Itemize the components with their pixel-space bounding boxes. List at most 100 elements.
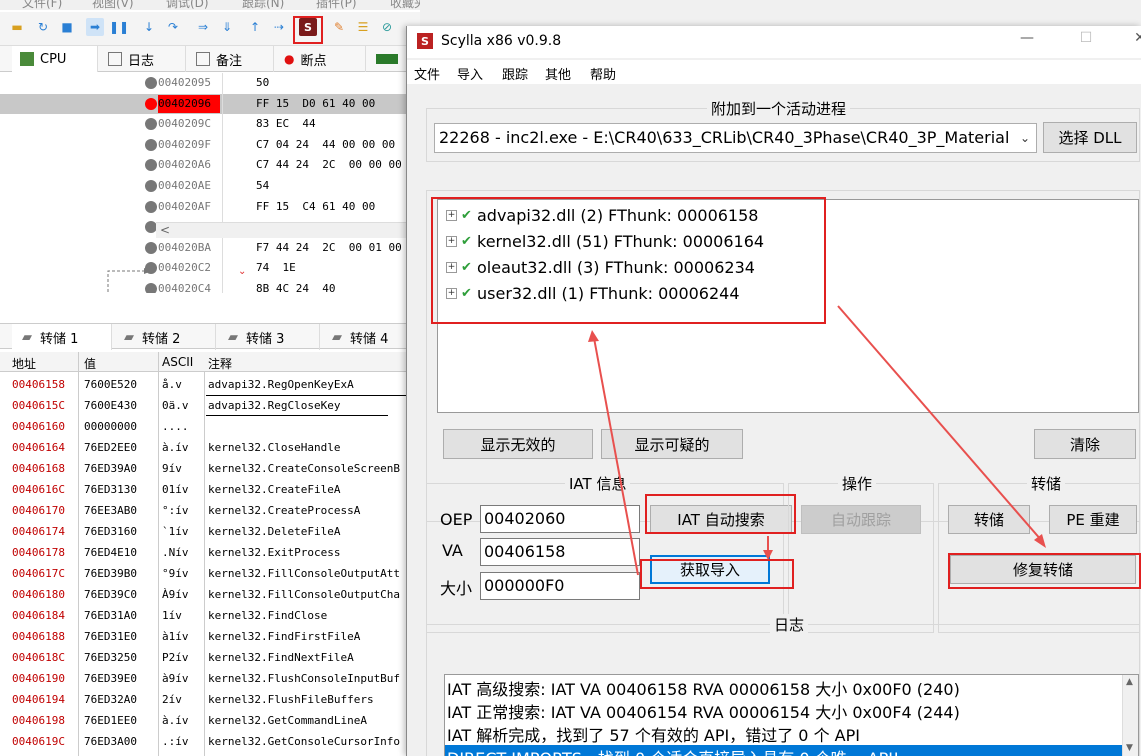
breakpoint-dot-icon[interactable] xyxy=(145,241,157,254)
iat-autosearch-button[interactable]: IAT 自动搜索 xyxy=(650,505,792,534)
cpu-row[interactable]: 004020C2 74 1E xyxy=(0,258,420,279)
table-row[interactable]: 00406188 76ED31E0 à1ív kernel32.FindFirstFi… xyxy=(0,626,420,647)
scylla-icon[interactable]: S xyxy=(299,18,317,36)
table-row[interactable]: 0040617C 76ED39B0 °9ív kernel32.FillConsole… xyxy=(0,563,420,584)
close-icon[interactable]: ✕ xyxy=(1125,30,1141,52)
menu-trace[interactable]: 跟踪(N) xyxy=(242,0,284,10)
show-invalid-button[interactable]: 显示无效的 xyxy=(443,429,593,459)
log-line[interactable]: IAT 解析完成，找到了 57 个有效的 API，错过了 0 个 API xyxy=(445,722,1123,745)
log-line[interactable]: IAT 正常搜索: IAT VA 00406154 RVA 00006154 大… xyxy=(445,699,1123,722)
table-row[interactable]: 00406164 76ED2EE0 à.ív kernel32.CloseHandle xyxy=(0,437,420,458)
restart-icon[interactable]: ↻ xyxy=(34,18,52,36)
show-suspect-button[interactable]: 显示可疑的 xyxy=(601,429,743,459)
dump-button[interactable]: 转储 xyxy=(948,505,1030,534)
breakpoint-dot-icon[interactable] xyxy=(145,200,157,213)
cpu-row[interactable]: 0040209F C7 04 24 44 00 00 00 xyxy=(0,135,420,156)
cpu-row[interactable]: 004020BA F7 44 24 2C 00 01 00 00 xyxy=(0,238,420,259)
oep-field[interactable]: 00402060 xyxy=(480,505,640,533)
breakpoint-dot-icon[interactable] xyxy=(145,180,157,192)
menu-view[interactable]: 视图(V) xyxy=(92,0,134,10)
expand-icon[interactable]: + xyxy=(446,261,457,273)
table-row[interactable]: 00406178 76ED4E10 .Nív kernel32.ExitProcess xyxy=(0,542,420,563)
cpu-row[interactable]: 00402095 50 xyxy=(0,73,420,94)
maximize-icon[interactable]: ☐ xyxy=(1071,30,1101,52)
run-icon[interactable]: ➡ xyxy=(86,18,104,36)
tab-breakpoints[interactable]: ● 断点 xyxy=(276,46,366,72)
table-row[interactable]: 0040616C 76ED3130 01ív kernel32.CreateFileA xyxy=(0,479,420,500)
table-row[interactable]: 00406170 76EE3AB0 °:ív kernel32.CreateProce… xyxy=(0,500,420,521)
cpu-horizontal-scrollbar[interactable]: < xyxy=(156,222,420,238)
menu-imports[interactable]: 导入 xyxy=(457,64,483,83)
table-row[interactable]: 00406198 76ED1EE0 à.ív kernel32.GetCommandL… xyxy=(0,710,420,731)
cpu-row[interactable]: 004020AE 54 xyxy=(0,176,420,197)
auto-trace-button[interactable]: 自动跟踪 xyxy=(801,505,921,534)
menu-debug[interactable]: 调试(D) xyxy=(166,0,209,10)
clear-button[interactable]: 清除 xyxy=(1034,429,1136,459)
import-module-item[interactable]: + ✔ oleaut32.dll (3) FThunk: 00006234 xyxy=(446,256,755,278)
dump-header-ascii[interactable]: ASCII xyxy=(162,355,193,369)
patch-icon[interactable]: ✎ xyxy=(330,18,348,36)
import-module-item[interactable]: + ✔ kernel32.dll (51) FThunk: 00006164 xyxy=(446,230,764,252)
expand-icon[interactable]: + xyxy=(446,287,457,299)
table-row[interactable]: 0040618C 76ED3250 P2ív kernel32.FindNextFil… xyxy=(0,647,420,668)
import-module-item[interactable]: + ✔ advapi32.dll (2) FThunk: 00006158 xyxy=(446,204,758,226)
breakpoint-dot-icon[interactable] xyxy=(145,118,157,131)
open-icon[interactable]: ▬ xyxy=(8,18,26,36)
imports-tree[interactable]: + ✔ advapi32.dll (2) FThunk: 00006158 + ✔ ker… xyxy=(437,199,1139,413)
menu-favourites[interactable]: 收藏夹(I) xyxy=(390,0,420,10)
memory-map-icon[interactable]: ⊘ xyxy=(378,18,396,36)
import-module-item[interactable]: + ✔ user32.dll (1) FThunk: 00006244 xyxy=(446,282,740,304)
menu-file[interactable]: 文件(F) xyxy=(22,0,62,10)
table-row[interactable]: 0040615C 7600E430 0ä.v advapi32.RegCloseKey xyxy=(0,395,420,416)
table-row[interactable]: 00406160 00000000.... xyxy=(0,416,420,437)
cpu-row[interactable]: 004020AF FF 15 C4 61 40 00 xyxy=(0,197,420,218)
execute-till-return-icon[interactable]: ↑ xyxy=(246,18,264,36)
log-line[interactable]: IAT 高级搜索: IAT VA 00406158 RVA 00006158 大… xyxy=(445,676,1123,699)
tab-dump-2[interactable]: ▰ 转储 2 xyxy=(114,324,216,350)
tab-dump-1[interactable]: ▰ 转储 1 xyxy=(12,324,112,350)
dump-header-comment[interactable]: 注释 xyxy=(208,355,232,372)
trace-over-icon[interactable]: ⇓ xyxy=(218,18,236,36)
stop-icon[interactable]: ■ xyxy=(58,18,76,36)
size-field[interactable]: 000000F0 xyxy=(480,572,640,600)
dump-header-value[interactable]: 值 xyxy=(84,355,96,372)
table-row[interactable]: 00406180 76ED39C0 À9ív kernel32.FillConsole… xyxy=(0,584,420,605)
script-icon[interactable]: ☰ xyxy=(354,18,372,36)
table-row[interactable]: 00406174 76ED3160 `1ív kernel32.DeleteFileA xyxy=(0,521,420,542)
scroll-down-icon[interactable]: ▼ xyxy=(1126,743,1133,753)
cpu-row[interactable]: 0040209C 83 EC 44 xyxy=(0,114,420,135)
trace-into-icon[interactable]: ⇒ xyxy=(194,18,212,36)
tab-dump-3[interactable]: ▰ 转储 3 xyxy=(218,324,320,350)
fix-dump-button[interactable]: 修复转储 xyxy=(950,555,1136,584)
menu-misc[interactable]: 其他 xyxy=(545,64,571,83)
step-into-icon[interactable]: ↓ xyxy=(140,18,158,36)
cpu-row[interactable]: 00402096 FF 15 D0 61 40 00 xyxy=(0,93,420,115)
get-imports-button[interactable]: 获取导入 xyxy=(650,555,770,584)
step-over-icon[interactable]: ↷ xyxy=(164,18,182,36)
table-row[interactable]: 00406194 76ED32A0 2ív kernel32.FlushFileBuf… xyxy=(0,689,420,710)
pe-rebuild-button[interactable]: PE 重建 xyxy=(1049,505,1137,534)
expand-icon[interactable]: + xyxy=(446,235,457,247)
expand-icon[interactable]: + xyxy=(446,209,457,221)
menu-help[interactable]: 帮助 xyxy=(590,64,616,83)
table-row[interactable]: 00406158 7600E520 å.v advapi32.RegOpenKeyEx… xyxy=(0,374,420,395)
table-row[interactable]: 00406168 76ED39A0 9ív kernel32.CreateConsol… xyxy=(0,458,420,479)
breakpoint-dot-icon[interactable] xyxy=(145,97,157,110)
cpu-row[interactable]: 004020A6 C7 44 24 2C 00 00 00 00 xyxy=(0,155,420,176)
select-dll-button[interactable]: 选择 DLL xyxy=(1043,122,1137,153)
tab-cpu[interactable]: CPU xyxy=(12,46,98,72)
run-to-user-code-icon[interactable]: ⇢ xyxy=(270,18,288,36)
cpu-row[interactable]: 004020C4 8B 4C 24 40 xyxy=(0,279,420,293)
tab-notes[interactable]: 备注 xyxy=(188,46,274,72)
menu-plugins[interactable]: 插件(P) xyxy=(316,0,357,10)
table-row[interactable]: 00406190 76ED39E0 à9ív kernel32.FlushConsol… xyxy=(0,668,420,689)
dump-header-address[interactable]: 地址 xyxy=(12,355,36,372)
menu-trace[interactable]: 跟踪 xyxy=(502,64,528,83)
log-line[interactable]: DIRECT IMPORTS - 找到 0 个适合直接导入具有 0 个唯一 AP… xyxy=(445,745,1123,756)
breakpoint-dot-icon[interactable] xyxy=(145,138,157,151)
log-list[interactable]: IAT 高级搜索: IAT VA 00406158 RVA 00006158 大… xyxy=(444,674,1139,756)
process-select[interactable]: 22268 - inc2l.exe - E:\CR40\633_CRLib\CR… xyxy=(434,123,1037,153)
scroll-up-icon[interactable]: ▲ xyxy=(1126,677,1133,687)
scroll-left-icon[interactable]: < xyxy=(160,223,170,237)
pause-icon[interactable]: ❚❚ xyxy=(109,18,129,36)
